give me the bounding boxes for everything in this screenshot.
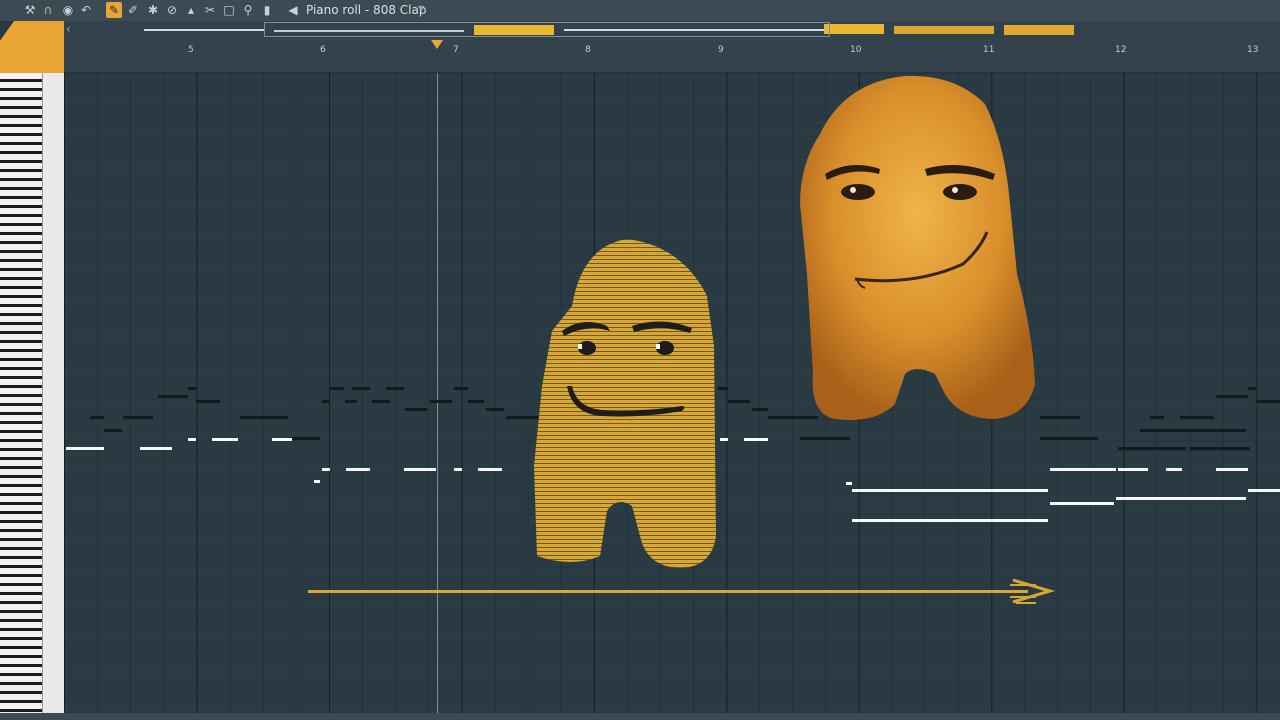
note[interactable] (1248, 387, 1256, 390)
brush-icon[interactable]: ✐ (125, 2, 141, 18)
note[interactable] (454, 468, 462, 471)
note[interactable] (1216, 395, 1248, 398)
note[interactable] (352, 387, 370, 390)
note[interactable] (1118, 447, 1186, 450)
bar-number: 8 (585, 45, 591, 55)
chevron-left-icon[interactable]: ‹ (66, 22, 71, 36)
note[interactable] (272, 438, 292, 441)
note[interactable] (66, 447, 104, 450)
playhead-marker[interactable] (431, 40, 443, 49)
piano-keyboard-white-keys[interactable] (42, 73, 65, 720)
note[interactable] (1180, 416, 1214, 419)
slice-icon[interactable]: ✂ (202, 2, 218, 18)
window-title[interactable]: Piano roll - 808 Clap (306, 3, 426, 17)
speaker-icon[interactable]: ◀ (285, 2, 301, 18)
note[interactable] (800, 437, 850, 440)
note[interactable] (454, 387, 468, 390)
note-art-character (534, 239, 716, 568)
timeline-ruler[interactable] (64, 40, 1280, 73)
note[interactable] (728, 400, 750, 403)
horizontal-scrollbar[interactable] (0, 713, 1280, 720)
note[interactable] (1118, 468, 1148, 471)
note[interactable] (478, 468, 502, 471)
wrench-icon[interactable]: ⚒ (22, 2, 38, 18)
chevron-down-icon[interactable]: ▼ (418, 4, 424, 13)
note[interactable] (1040, 416, 1080, 419)
overview-view-window[interactable] (264, 22, 830, 37)
bar-number: 13 (1247, 45, 1259, 55)
stamp-icon[interactable]: ✱ (145, 2, 161, 18)
note[interactable] (1216, 468, 1248, 471)
note[interactable] (158, 395, 188, 398)
note[interactable] (405, 408, 427, 411)
note[interactable] (212, 438, 238, 441)
note[interactable] (290, 437, 320, 440)
note[interactable] (468, 400, 484, 403)
note[interactable] (140, 447, 172, 450)
note[interactable] (1050, 468, 1116, 471)
note[interactable] (188, 438, 196, 441)
note[interactable] (1140, 429, 1246, 432)
note[interactable] (345, 400, 357, 403)
piano-roll-toolbar: ⚒ ∩ ◉ ↶ ✎ ✐ ✱ ⊘ ▴ ✂ □ ⚲ ▮ ◀ Piano roll -… (0, 0, 1280, 22)
note[interactable] (1190, 447, 1250, 450)
note[interactable] (372, 400, 390, 403)
note[interactable] (322, 400, 330, 403)
note[interactable] (314, 480, 320, 483)
note[interactable] (1116, 497, 1246, 500)
playhead-line (437, 73, 438, 713)
note[interactable] (486, 408, 504, 411)
nugget-character-image (800, 75, 1035, 420)
note[interactable] (322, 468, 330, 471)
note[interactable] (852, 519, 1048, 522)
note[interactable] (188, 387, 196, 390)
note[interactable] (430, 400, 452, 403)
note[interactable] (1256, 400, 1280, 403)
mute-icon[interactable]: ▴ (183, 2, 199, 18)
note[interactable] (1248, 489, 1280, 492)
record-icon[interactable]: ◉ (60, 2, 76, 18)
note[interactable] (1050, 502, 1114, 505)
pencil-icon[interactable]: ✎ (106, 2, 122, 18)
bar-number: 10 (850, 45, 862, 55)
note[interactable] (346, 468, 370, 471)
undo-icon[interactable]: ↶ (78, 2, 94, 18)
playback-icon[interactable]: ▮ (259, 2, 275, 18)
zoom-icon[interactable]: ⚲ (240, 2, 256, 18)
select-icon[interactable]: □ (221, 2, 237, 18)
delete-icon[interactable]: ⊘ (164, 2, 180, 18)
note[interactable] (196, 400, 220, 403)
note[interactable] (240, 416, 288, 419)
note[interactable] (404, 468, 436, 471)
note[interactable] (846, 482, 852, 485)
note[interactable] (104, 429, 122, 432)
note[interactable] (123, 416, 153, 419)
bar-number: 9 (718, 45, 724, 55)
bar-number: 11 (983, 45, 995, 55)
magnet-icon[interactable]: ∩ (40, 2, 56, 18)
note[interactable] (1166, 468, 1182, 471)
note[interactable] (1040, 437, 1098, 440)
bar-number: 6 (320, 45, 326, 55)
piano-roll-corner[interactable] (0, 21, 64, 73)
bar-number: 7 (453, 45, 459, 55)
bar-number: 5 (188, 45, 194, 55)
note[interactable] (744, 438, 768, 441)
note[interactable] (330, 387, 344, 390)
automation-line[interactable] (308, 576, 1058, 610)
note[interactable] (386, 387, 404, 390)
note[interactable] (90, 416, 104, 419)
note[interactable] (1150, 416, 1164, 419)
note[interactable] (752, 408, 768, 411)
bar-number: 12 (1115, 45, 1127, 55)
note[interactable] (852, 489, 1048, 492)
